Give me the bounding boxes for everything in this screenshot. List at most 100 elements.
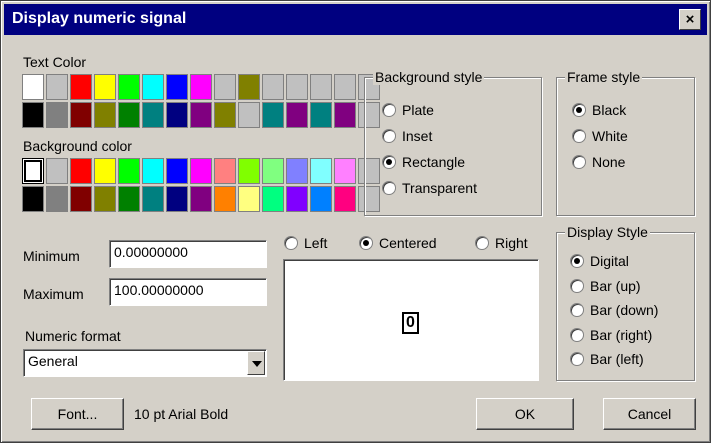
text-color-swatch[interactable] xyxy=(118,74,140,100)
text-color-swatch[interactable] xyxy=(166,74,188,100)
radio-button-icon[interactable] xyxy=(382,103,396,117)
text-color-swatch[interactable] xyxy=(22,102,44,128)
text-color-swatch[interactable] xyxy=(214,102,236,128)
background-color-swatch[interactable] xyxy=(22,158,44,184)
background-color-swatch[interactable] xyxy=(94,186,116,212)
title-bar[interactable]: Display numeric signal × xyxy=(4,4,707,35)
display-style-bar-down[interactable]: Bar (down) xyxy=(570,302,658,318)
text-color-swatch[interactable] xyxy=(70,102,92,128)
display-style-label: Display Style xyxy=(565,224,650,240)
cancel-button[interactable]: Cancel xyxy=(603,398,696,430)
font-button[interactable]: Font... xyxy=(31,398,124,430)
radio-button-icon[interactable] xyxy=(284,236,298,250)
radio-button-icon[interactable] xyxy=(359,236,373,250)
text-color-swatch[interactable] xyxy=(190,102,212,128)
text-color-swatch[interactable] xyxy=(262,102,284,128)
numeric-format-label: Numeric format xyxy=(25,328,121,344)
background-color-swatch[interactable] xyxy=(334,158,356,184)
text-color-swatch[interactable] xyxy=(118,102,140,128)
text-color-swatch[interactable] xyxy=(334,74,356,100)
maximum-input[interactable]: 100.00000000 xyxy=(109,278,267,306)
background-color-swatch[interactable] xyxy=(190,158,212,184)
align-right[interactable]: Right xyxy=(475,235,528,251)
text-color-swatch[interactable] xyxy=(286,74,308,100)
radio-button-icon[interactable] xyxy=(570,352,584,366)
background-color-swatch[interactable] xyxy=(286,158,308,184)
text-color-swatch[interactable] xyxy=(262,74,284,100)
frame-style-none[interactable]: None xyxy=(572,154,625,170)
text-color-swatch[interactable] xyxy=(22,74,44,100)
frame-style-white[interactable]: White xyxy=(572,128,628,144)
radio-button-icon[interactable] xyxy=(475,236,489,250)
background-color-swatch[interactable] xyxy=(238,158,260,184)
background-color-swatch[interactable] xyxy=(94,158,116,184)
align-centered[interactable]: Centered xyxy=(359,235,437,251)
text-color-swatch[interactable] xyxy=(238,102,260,128)
radio-button-icon[interactable] xyxy=(572,103,586,117)
text-color-swatch[interactable] xyxy=(166,102,188,128)
text-color-swatch[interactable] xyxy=(190,74,212,100)
text-color-swatch[interactable] xyxy=(94,102,116,128)
background-color-swatch[interactable] xyxy=(46,186,68,212)
text-color-swatch[interactable] xyxy=(238,74,260,100)
background-color-swatch[interactable] xyxy=(70,186,92,212)
background-color-swatch[interactable] xyxy=(166,158,188,184)
text-color-swatch[interactable] xyxy=(46,74,68,100)
minimum-input[interactable]: 0.00000000 xyxy=(109,240,267,268)
chevron-down-icon[interactable] xyxy=(247,351,265,375)
background-style-plate[interactable]: Plate xyxy=(382,102,434,118)
numeric-format-value: General xyxy=(28,353,78,369)
radio-button-icon[interactable] xyxy=(570,278,584,293)
radio-button-icon[interactable] xyxy=(570,327,584,342)
background-color-swatch[interactable] xyxy=(214,158,236,184)
radio-button-icon[interactable] xyxy=(570,303,584,317)
background-style-transparent[interactable]: Transparent xyxy=(382,180,477,196)
radio-button-icon[interactable] xyxy=(382,129,396,143)
background-color-swatch[interactable] xyxy=(118,186,140,212)
text-color-swatch[interactable] xyxy=(142,102,164,128)
text-color-swatch[interactable] xyxy=(334,102,356,128)
frame-style-black[interactable]: Black xyxy=(572,102,626,118)
background-style-rectangle[interactable]: Rectangle xyxy=(382,154,465,170)
text-color-swatch[interactable] xyxy=(286,102,308,128)
background-color-swatch[interactable] xyxy=(46,158,68,184)
radio-button-icon[interactable] xyxy=(382,155,396,169)
background-color-swatch[interactable] xyxy=(334,186,356,212)
text-color-swatch[interactable] xyxy=(310,102,332,128)
background-color-swatch[interactable] xyxy=(142,186,164,212)
radio-button-icon[interactable] xyxy=(570,254,584,268)
text-color-swatch[interactable] xyxy=(70,74,92,100)
text-color-swatch[interactable] xyxy=(310,74,332,100)
display-style-bar-right[interactable]: Bar (right) xyxy=(570,327,652,343)
background-color-swatch[interactable] xyxy=(118,158,140,184)
ok-button[interactable]: OK xyxy=(476,398,574,430)
background-color-swatch[interactable] xyxy=(214,186,236,212)
background-color-swatch[interactable] xyxy=(286,186,308,212)
display-style-digital[interactable]: Digital xyxy=(570,253,629,269)
radio-label: None xyxy=(592,154,626,170)
background-color-swatch[interactable] xyxy=(70,158,92,184)
background-color-swatch[interactable] xyxy=(166,186,188,212)
radio-button-icon[interactable] xyxy=(572,129,586,143)
display-style-bar-up[interactable]: Bar (up) xyxy=(570,278,641,294)
background-color-swatch[interactable] xyxy=(190,186,212,212)
text-color-swatch[interactable] xyxy=(214,74,236,100)
background-color-swatch[interactable] xyxy=(262,186,284,212)
text-color-swatch[interactable] xyxy=(46,102,68,128)
text-color-swatch[interactable] xyxy=(142,74,164,100)
background-color-swatch[interactable] xyxy=(262,158,284,184)
align-left[interactable]: Left xyxy=(284,235,327,251)
radio-button-icon[interactable] xyxy=(382,181,396,195)
close-button[interactable]: × xyxy=(679,9,701,30)
radio-label: Bar (left) xyxy=(590,351,644,367)
numeric-format-select[interactable]: General xyxy=(23,349,267,377)
radio-button-icon[interactable] xyxy=(572,155,586,169)
background-color-swatch[interactable] xyxy=(310,158,332,184)
background-color-swatch[interactable] xyxy=(142,158,164,184)
background-color-swatch[interactable] xyxy=(310,186,332,212)
text-color-swatch[interactable] xyxy=(94,74,116,100)
display-style-bar-left[interactable]: Bar (left) xyxy=(570,351,644,367)
background-color-swatch[interactable] xyxy=(238,186,260,212)
background-color-swatch[interactable] xyxy=(22,186,44,212)
background-style-inset[interactable]: Inset xyxy=(382,128,432,144)
